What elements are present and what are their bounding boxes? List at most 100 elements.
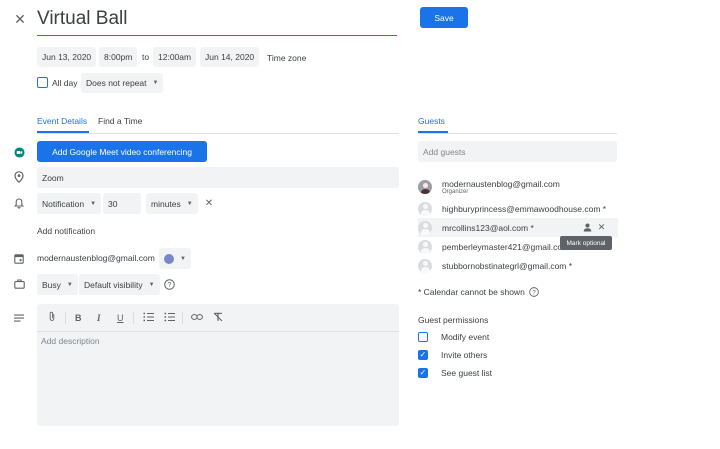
see-guest-list-checkbox[interactable]: ✓ (418, 368, 428, 378)
tab-event-details[interactable]: Event Details (37, 116, 87, 126)
svg-text:?: ? (533, 289, 537, 296)
close-icon[interactable]: ✕ (12, 11, 28, 27)
visibility-value: Default visibility (84, 279, 143, 290)
guest-email: mrcollins123@aol.com * (442, 222, 534, 233)
mark-optional-tooltip: Mark optional (560, 236, 612, 250)
bell-icon (13, 197, 25, 209)
busy-value: Busy (42, 279, 61, 290)
end-time-text: 12:00am (158, 52, 192, 62)
invite-others-checkbox[interactable]: ✓ (418, 350, 428, 360)
link-icon[interactable] (191, 313, 203, 323)
description-icon (13, 312, 25, 324)
toolbar-divider (65, 312, 66, 324)
formatting-toolbar: B I U (37, 304, 399, 332)
calendar-color-select[interactable]: ▼ (159, 248, 191, 269)
start-date-field[interactable]: Jun 13, 2020 (37, 47, 97, 67)
description-placeholder: Add description (41, 336, 100, 346)
guest-row[interactable]: stubbornobstinategrl@gmail.com * (418, 256, 618, 275)
guest-email: highburyprincess@emmawoodhouse.com * (442, 203, 607, 214)
chevron-down-icon: ▼ (186, 200, 193, 207)
notification-type-value: Notification (42, 198, 85, 209)
add-notification-link[interactable]: Add notification (37, 226, 95, 236)
repeat-value: Does not repeat (86, 78, 147, 88)
help-icon[interactable]: ? (529, 286, 540, 297)
tabs-divider (37, 133, 399, 134)
end-time-field[interactable]: 12:00am (153, 47, 197, 67)
guest-email: modernaustenblog@gmail.com (442, 179, 560, 189)
remove-notification-icon[interactable]: ✕ (203, 197, 215, 209)
guests-divider (418, 133, 617, 134)
guests-tab[interactable]: Guests (418, 116, 445, 126)
chevron-down-icon: ▼ (90, 200, 97, 207)
title-text: Virtual Ball (37, 8, 128, 29)
all-day-checkbox[interactable] (37, 77, 48, 88)
chevron-down-icon: ▼ (66, 281, 73, 288)
toolbar-divider (133, 312, 134, 324)
end-date-field[interactable]: Jun 14, 2020 (200, 47, 260, 67)
modify-event-label: Modify event (441, 332, 490, 342)
meet-icon (13, 146, 25, 158)
toolbar-divider (182, 312, 183, 324)
guest-email: stubbornobstinategrl@gmail.com * (442, 260, 573, 271)
repeat-select[interactable]: Does not repeat ▼ (81, 73, 164, 93)
add-meet-button[interactable]: Add Google Meet video conferencing (37, 141, 207, 162)
bold-icon[interactable]: B (75, 313, 82, 323)
permission-see-guest-list[interactable]: ✓ See guest list (418, 368, 492, 378)
start-time-field[interactable]: 8:00pm (99, 47, 138, 67)
tab-event-details-label: Event Details (37, 116, 88, 126)
avatar (418, 239, 432, 254)
calendar-note-text: * Calendar cannot be shown (418, 286, 525, 297)
start-time-text: 8:00pm (104, 52, 133, 62)
visibility-select[interactable]: Default visibility ▼ (79, 274, 160, 295)
numbered-list-icon[interactable] (143, 312, 154, 324)
attachment-icon[interactable] (48, 311, 56, 324)
remove-guest-icon[interactable]: ✕ (596, 221, 607, 233)
location-input[interactable]: Zoom (37, 167, 399, 188)
notification-amount-value: 30 (108, 198, 118, 209)
description-editor[interactable]: B I U Add description (37, 304, 399, 426)
busy-select[interactable]: Busy ▼ (37, 274, 78, 295)
permission-invite-others[interactable]: ✓ Invite others (418, 350, 487, 360)
notification-type-select[interactable]: Notification ▼ (37, 193, 102, 214)
mark-optional-person-icon[interactable] (582, 222, 593, 233)
start-date-text: Jun 13, 2020 (42, 52, 92, 62)
avatar (418, 201, 432, 216)
chevron-down-icon: ▼ (180, 255, 186, 262)
guest-row-hovered[interactable]: mrcollins123@aol.com * ✕ (418, 218, 618, 237)
notification-unit-select[interactable]: minutes ▼ (146, 193, 198, 214)
end-date-text: Jun 14, 2020 (205, 52, 255, 62)
tab-find-a-time[interactable]: Find a Time (98, 116, 142, 126)
calendar-note: * Calendar cannot be shown ? (418, 286, 540, 297)
avatar (418, 180, 432, 194)
notification-amount-input[interactable]: 30 (103, 193, 141, 214)
title-input[interactable]: Virtual Ball (37, 6, 397, 36)
briefcase-icon (13, 278, 25, 290)
help-icon[interactable]: ? (163, 278, 175, 290)
see-guest-list-label: See guest list (441, 368, 493, 378)
add-guests-input[interactable]: Add guests (418, 141, 617, 162)
save-button[interactable]: Save (420, 7, 468, 28)
guest-role: Organizer (442, 189, 469, 195)
italic-icon[interactable]: I (97, 313, 101, 323)
chevron-down-icon: ▼ (148, 281, 155, 288)
bulleted-list-icon[interactable] (164, 312, 175, 324)
avatar (418, 220, 432, 235)
permission-modify-event[interactable]: Modify event (418, 332, 489, 342)
calendar-color-dot (164, 253, 174, 264)
calendar-owner: modernaustenblog@gmail.com (37, 253, 155, 263)
calendar-icon (13, 252, 25, 264)
timezone-link[interactable]: Time zone (267, 53, 306, 63)
guest-row[interactable]: modernaustenblog@gmail.com Organizer (418, 178, 618, 196)
guests-tab-label: Guests (418, 116, 445, 126)
guest-row[interactable]: highburyprincess@emmawoodhouse.com * (418, 199, 618, 218)
underline-icon[interactable]: U (117, 313, 124, 323)
avatar (418, 258, 432, 273)
all-day-label: All day (52, 78, 78, 88)
guest-email: pemberleymaster421@gmail.com (442, 241, 570, 252)
chevron-down-icon: ▼ (152, 80, 159, 86)
modify-event-checkbox[interactable] (418, 332, 428, 342)
location-pin-icon (13, 170, 25, 183)
clear-formatting-icon[interactable] (213, 312, 224, 324)
invite-others-label: Invite others (441, 350, 488, 360)
add-meet-button-label: Add Google Meet video conferencing (52, 146, 192, 157)
